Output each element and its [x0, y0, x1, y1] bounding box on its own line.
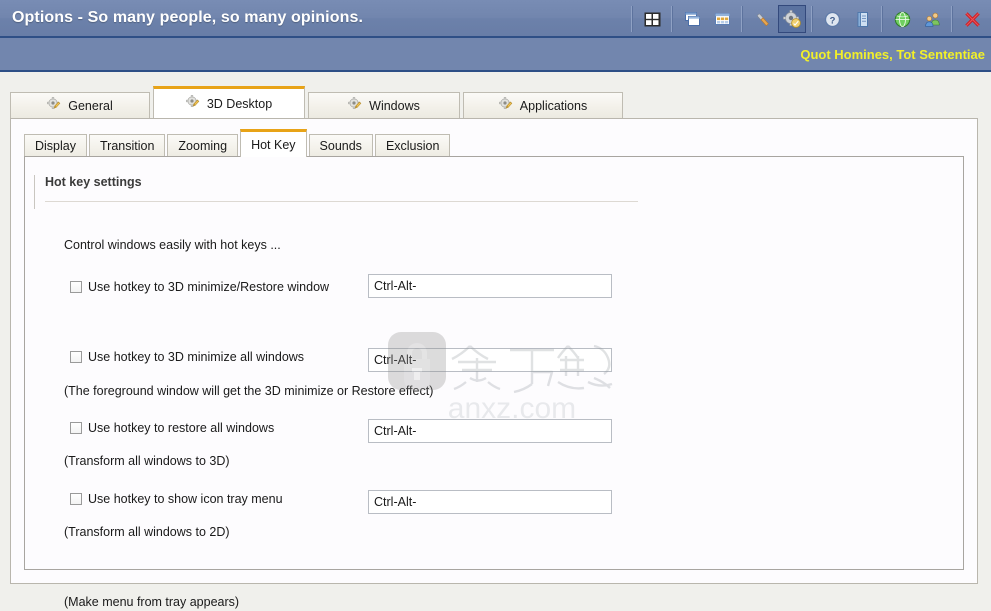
- tab-applications-label: Applications: [519, 98, 588, 113]
- close-icon[interactable]: [958, 5, 986, 33]
- subtitle-text: Quot Homines, Tot Sententiae: [800, 46, 985, 62]
- tab-general-label: General: [68, 98, 113, 113]
- toolbar: ?: [627, 0, 987, 38]
- toolbar-divider: [951, 6, 953, 32]
- main-tab-bar: General 3D Desktop Windows Applications: [10, 86, 626, 118]
- hotkey-row-3-input[interactable]: [368, 419, 612, 443]
- subtab-display-label: Display: [35, 139, 76, 153]
- subtab-sounds[interactable]: Sounds: [308, 134, 373, 157]
- hotkey-row-3-note: (Transform all windows to 2D): [64, 525, 230, 539]
- hotkey-row-1-note: (The foreground window will get the 3D m…: [64, 384, 434, 398]
- toolbar-divider: [811, 6, 813, 32]
- tab-windows[interactable]: Windows: [308, 92, 460, 118]
- hotkey-row-4-input[interactable]: [368, 490, 612, 514]
- tile-windows-icon[interactable]: [708, 5, 736, 33]
- sub-tab-bar: Display Transition Zooming Hot Key Sound…: [24, 129, 452, 157]
- subtab-display[interactable]: Display: [24, 134, 87, 157]
- subtab-exclusion[interactable]: Exclusion: [374, 134, 451, 157]
- subtab-transition-label: Transition: [100, 139, 155, 153]
- hotkey-row-1-label: Use hotkey to 3D minimize/Restore window: [88, 280, 330, 294]
- hotkey-row-2-label: Use hotkey to 3D minimize all windows: [88, 350, 305, 364]
- toolbar-divider: [741, 6, 743, 32]
- subtab-transition[interactable]: Transition: [89, 134, 166, 157]
- toolbar-divider: [881, 6, 883, 32]
- options-gear-icon[interactable]: [778, 5, 806, 33]
- titlebar: Options - So many people, so many opinio…: [0, 0, 991, 38]
- subtab-zooming-label: Zooming: [178, 139, 228, 153]
- checkbox-box[interactable]: [70, 281, 82, 293]
- intro-text: Control windows easily with hot keys ...: [64, 238, 281, 252]
- section-title: Hot key settings: [45, 175, 142, 189]
- tools-icon[interactable]: [748, 5, 776, 33]
- hotkey-row-3-checkbox[interactable]: Use hotkey to restore all windows: [70, 421, 274, 435]
- toolbar-divider: [671, 6, 673, 32]
- tab-3d-desktop[interactable]: 3D Desktop: [153, 86, 305, 118]
- subtitle-bar: Quot Homines, Tot Sententiae: [0, 38, 991, 72]
- hotkey-row-1-checkbox[interactable]: Use hotkey to 3D minimize/Restore window: [70, 280, 329, 294]
- body-area: General 3D Desktop Windows Applications …: [0, 74, 991, 611]
- gear-pencil-icon: [348, 96, 362, 114]
- tab-3d-desktop-label: 3D Desktop: [206, 96, 273, 111]
- checkbox-box[interactable]: [70, 422, 82, 434]
- subtab-hot-key-label: Hot Key: [251, 137, 296, 152]
- gear-pencil-icon: [185, 94, 200, 112]
- hotkey-row-4-label: Use hotkey to show icon tray menu: [88, 492, 283, 506]
- hotkey-row-3-label: Use hotkey to restore all windows: [88, 421, 275, 435]
- help-icon[interactable]: ?: [818, 5, 846, 33]
- window-grid-icon[interactable]: [638, 5, 666, 33]
- checkbox-box[interactable]: [70, 493, 82, 505]
- gear-pencil-icon: [47, 96, 61, 114]
- options-window: Options - So many people, so many opinio…: [0, 0, 991, 611]
- section-divider: [45, 201, 638, 202]
- hotkey-row-1-input[interactable]: [368, 274, 612, 298]
- tab-windows-label: Windows: [369, 98, 420, 113]
- section-left-rule: [34, 175, 35, 209]
- globe-icon[interactable]: [888, 5, 916, 33]
- subtab-exclusion-label: Exclusion: [385, 139, 440, 153]
- checkbox-box[interactable]: [70, 351, 82, 363]
- subtab-sounds-label: Sounds: [319, 139, 362, 153]
- svg-text:?: ?: [829, 15, 835, 26]
- tab-general[interactable]: General: [10, 92, 150, 118]
- subtab-hot-key[interactable]: Hot Key: [240, 129, 307, 157]
- hotkey-row-4-checkbox[interactable]: Use hotkey to show icon tray menu: [70, 492, 283, 506]
- subtab-zooming[interactable]: Zooming: [167, 134, 239, 157]
- hotkey-row-4-note: (Make menu from tray appears): [64, 595, 240, 609]
- cascade-windows-icon[interactable]: [678, 5, 706, 33]
- manual-book-icon[interactable]: [848, 5, 876, 33]
- hotkey-row-2-checkbox[interactable]: Use hotkey to 3D minimize all windows: [70, 350, 304, 364]
- hotkey-row-2-input[interactable]: [368, 348, 612, 372]
- hotkey-row-2-note: (Transform all windows to 3D): [64, 454, 230, 468]
- window-title: Options - So many people, so many opinio…: [12, 9, 364, 26]
- toolbar-divider: [631, 6, 633, 32]
- tab-applications[interactable]: Applications: [463, 92, 623, 118]
- gear-pencil-icon: [498, 96, 513, 114]
- people-icon[interactable]: [918, 5, 946, 33]
